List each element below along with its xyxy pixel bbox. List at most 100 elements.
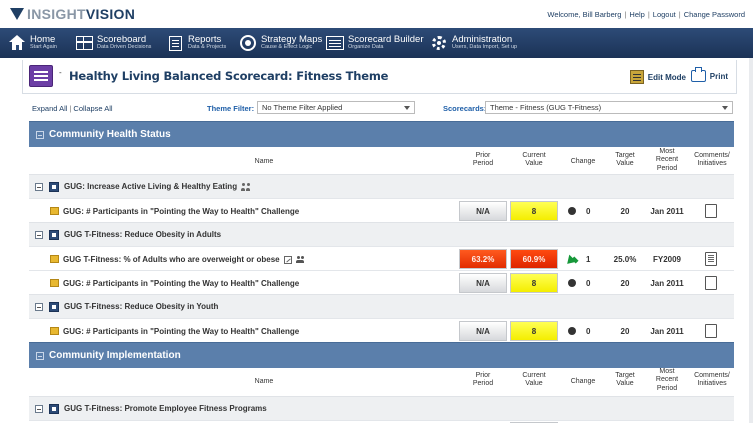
- current-value-cell[interactable]: 60.9%: [510, 249, 558, 269]
- nav-scoreboard[interactable]: Scoreboard Data Driven Decisions: [75, 31, 151, 55]
- current-value-cell[interactable]: 8: [510, 201, 558, 221]
- insightvision-logo[interactable]: INSIGHT VISION: [10, 6, 135, 22]
- current-value-cell[interactable]: 8: [510, 273, 558, 293]
- chart-icon[interactable]: [283, 255, 292, 264]
- collapse-icon[interactable]: [36, 351, 44, 360]
- col-target-value[interactable]: Target Value: [607, 152, 643, 169]
- measure-name[interactable]: GUG: # Participants in "Pointing the Way…: [63, 279, 299, 288]
- target-value: 20: [620, 279, 630, 288]
- table-row: GUG: # Participants in "Pointing the Way…: [29, 198, 734, 222]
- nav-home[interactable]: Home Start Again: [8, 31, 57, 55]
- edit-mode-icon: [629, 70, 644, 84]
- objective-icon: [49, 181, 59, 192]
- target-value: 20: [620, 327, 630, 336]
- nav-reports[interactable]: Reports Data & Projects: [166, 31, 226, 55]
- group-row[interactable]: GUG T-Fitness: Reduce Obesity in Adults: [29, 222, 734, 246]
- owners-icon[interactable]: [295, 256, 304, 264]
- page-scrollbar[interactable]: [749, 58, 753, 423]
- collapse-icon[interactable]: [35, 404, 43, 413]
- current-value-cell[interactable]: 8: [510, 321, 558, 341]
- col-target-value[interactable]: Target Value: [607, 372, 643, 389]
- col-prior-period[interactable]: Prior Period: [459, 372, 507, 389]
- most-recent-period: Jan 2011: [650, 327, 684, 336]
- section-community-health-status[interactable]: Community Health Status: [29, 121, 734, 147]
- no-change-dot-icon: [568, 279, 576, 287]
- no-change-dot-icon: [568, 207, 576, 215]
- comments-icon[interactable]: [705, 324, 717, 338]
- col-change[interactable]: Change: [561, 158, 605, 166]
- most-recent-period: Jan 2011: [650, 279, 684, 288]
- expand-all-link[interactable]: Expand All: [32, 104, 67, 113]
- col-current-value[interactable]: Current Value: [510, 152, 558, 169]
- comments-icon[interactable]: [705, 276, 717, 290]
- filter-row: Expand All | Collapse All Theme Filter: No…: [0, 100, 753, 118]
- col-current-value[interactable]: Current Value: [510, 372, 558, 389]
- change-indicator: 0: [564, 326, 604, 336]
- comments-icon[interactable]: [705, 252, 717, 266]
- col-comments-initiatives[interactable]: Comments/Initiatives: [690, 372, 734, 389]
- measure-name[interactable]: GUG: # Participants in "Pointing the Way…: [63, 327, 299, 336]
- col-change[interactable]: Change: [561, 378, 605, 386]
- user-links: Welcome, Bill Barberg | Help | Logout | Change…: [547, 10, 745, 19]
- table-row: GUG: # Participants in "Pointing the Way…: [29, 270, 734, 294]
- theme-filter-label: Theme Filter:: [207, 104, 255, 113]
- main-nav: Home Start Again Scoreboard Data Driven De…: [0, 28, 753, 58]
- collapse-icon[interactable]: [35, 230, 43, 239]
- group-row[interactable]: GUG: Increase Active Living & Healthy Ea…: [29, 174, 734, 198]
- col-comments-initiatives[interactable]: Comments/Initiatives: [690, 152, 734, 169]
- col-prior-period[interactable]: Prior Period: [459, 152, 507, 169]
- edit-mode-button[interactable]: Edit Mode: [629, 70, 686, 84]
- objective-icon: [49, 403, 59, 414]
- comments-icon[interactable]: [705, 204, 717, 218]
- scorecard-icon[interactable]: [29, 65, 53, 87]
- gear-icon: [430, 34, 448, 52]
- theme-filter-select[interactable]: No Theme Filter Applied: [257, 101, 415, 114]
- nav-scorecard-builder[interactable]: Scorecard Builder Organize Data: [326, 31, 424, 55]
- col-most-recent-period[interactable]: Most Recent Period: [645, 368, 689, 393]
- measure-icon: [50, 327, 59, 335]
- collapse-all-link[interactable]: Collapse All: [73, 104, 112, 113]
- collapse-icon[interactable]: [36, 130, 44, 139]
- printer-icon: [690, 67, 706, 82]
- welcome-text: Welcome, Bill Barberg: [547, 10, 622, 19]
- title-dropdown[interactable]: -: [59, 68, 62, 77]
- logo-mark-icon: [10, 8, 24, 20]
- table-row: GUG: # Participants in "Pointing the Way…: [29, 318, 734, 342]
- most-recent-period: FY2009: [652, 255, 682, 264]
- group-row[interactable]: GUG T-Fitness: Promote Employee Fitness …: [29, 396, 734, 420]
- nav-administration[interactable]: Administration Users, Data Import, Set up: [430, 31, 517, 55]
- prior-period-cell: N/A: [459, 273, 507, 293]
- owners-icon[interactable]: [241, 182, 251, 191]
- reports-icon: [166, 34, 184, 52]
- measure-name[interactable]: GUG T-Fitness: % of Adults who are overw…: [63, 255, 304, 264]
- expand-collapse-links: Expand All | Collapse All: [32, 104, 113, 113]
- target-value: 25.0%: [613, 255, 637, 264]
- col-most-recent-period[interactable]: Most Recent Period: [645, 148, 689, 173]
- collapse-icon[interactable]: [35, 302, 43, 311]
- home-icon: [8, 34, 26, 52]
- objective-icon: [49, 229, 59, 240]
- collapse-icon[interactable]: [35, 182, 43, 191]
- scorecards-select[interactable]: Theme - Fitness (GUG T-Fitness): [485, 101, 733, 114]
- page-title: Healthy Living Balanced Scorecard: Fitne…: [69, 69, 389, 83]
- section-community-implementation[interactable]: Community Implementation: [29, 342, 734, 368]
- help-link[interactable]: Help: [629, 10, 644, 19]
- group-row[interactable]: GUG T-Fitness: Reduce Obesity in Youth: [29, 294, 734, 318]
- scoreboard-icon: [75, 34, 93, 52]
- change-password-link[interactable]: Change Password: [684, 10, 745, 19]
- logout-link[interactable]: Logout: [653, 10, 676, 19]
- target-value: 20: [620, 207, 630, 216]
- col-name[interactable]: Name: [224, 158, 304, 166]
- col-name[interactable]: Name: [224, 378, 304, 386]
- table-row: GUG T-Fitness: % of Adults who are overw…: [29, 246, 734, 270]
- strategy-map-icon: [239, 34, 257, 52]
- measure-name[interactable]: GUG: # Participants in "Pointing the Way…: [63, 207, 299, 216]
- top-bar: INSIGHT VISION Welcome, Bill Barberg | Help…: [0, 0, 753, 28]
- measure-icon: [50, 207, 59, 215]
- builder-icon: [326, 34, 344, 52]
- nav-strategy-maps[interactable]: Strategy Maps Cause & Effect Logic: [239, 31, 322, 55]
- print-button[interactable]: Print: [690, 67, 728, 82]
- prior-period-cell: N/A: [459, 321, 507, 341]
- change-indicator: 1: [564, 254, 604, 264]
- chevron-down-icon: [404, 106, 410, 110]
